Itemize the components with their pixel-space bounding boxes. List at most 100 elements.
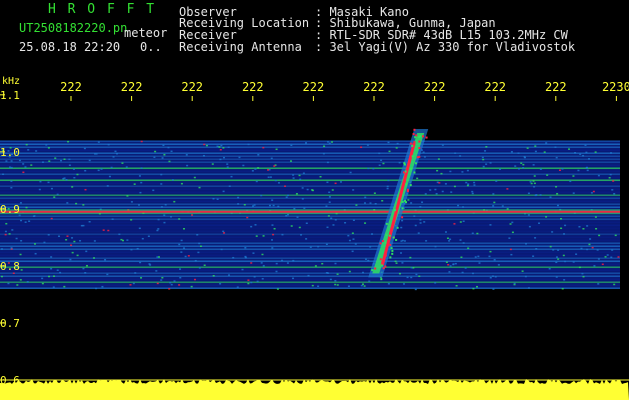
noise-speck [97,169,100,172]
noise-speck [415,273,418,276]
noise-speck [604,256,607,258]
noise-speck [173,200,176,203]
noise-speck [255,235,258,237]
noise-speck [19,279,22,281]
noise-speck [69,258,72,261]
noise-speck [250,225,253,228]
noise-speck [434,282,437,284]
meteor-echo-speck [401,200,404,203]
noise-speck [319,175,322,178]
noise-speck [360,146,363,148]
noise-speck [466,184,469,187]
noise-speck [20,240,23,242]
noise-speck [0,275,3,278]
noise-speck [462,206,465,208]
noise-speck [326,181,329,184]
noise-speck [334,262,337,265]
noise-speck [336,273,339,275]
noise-speck [563,233,566,235]
noise-speck [56,269,59,271]
noise-streak [0,176,620,179]
noise-speck [110,166,113,169]
noise-speck [584,144,587,146]
noise-speck [185,154,188,156]
noise-speck [494,276,497,278]
noise-speck [41,161,44,163]
noise-speck [421,201,424,203]
noise-speck [378,152,381,155]
noise-speck [106,273,109,276]
noise-speck [41,282,44,285]
noise-speck [325,205,328,207]
noise-speck [121,162,124,164]
meteor-echo-speck [389,243,392,246]
noise-speck [414,224,417,227]
noise-speck [596,249,599,251]
noise-speck [574,152,577,154]
noise-speck [219,158,222,161]
noise-speck [564,260,567,263]
noise-streak [0,197,620,200]
noise-speck [457,204,460,207]
noise-speck [1,248,4,250]
noise-speck [552,249,555,251]
noise-speck [481,156,484,159]
noise-speck [168,160,171,163]
noise-speck [534,237,537,239]
noise-speck [409,256,412,259]
noise-speck [419,206,422,208]
noise-speck [489,224,492,226]
noise-speck [20,219,23,222]
noise-speck [521,270,524,272]
noise-speck [448,240,451,242]
noise-speck [555,186,558,188]
noise-speck [296,216,299,218]
noise-speck [534,145,537,147]
noise-streak [0,152,620,155]
noise-speck [401,219,404,222]
noise-streak [0,161,620,164]
noise-speck [334,219,337,221]
noise-speck [273,227,276,230]
noise-speck [476,232,479,235]
noise-speck [203,143,206,146]
noise-speck [58,235,61,238]
x-tick-label: 222 [484,80,506,94]
noise-speck [130,219,133,221]
noise-streak [0,188,620,191]
noise-speck [130,248,133,251]
spectrogram-chart: kHz1.11.00.90.80.70.6222 222 222 222 222 222 2… [0,76,629,400]
noise-speck [444,183,447,185]
noise-speck [613,192,616,195]
noise-speck [211,163,214,165]
noise-speck [256,280,259,283]
noise-speck [485,146,488,148]
noise-speck [199,245,202,247]
noise-speck [39,180,42,183]
noise-speck [67,140,70,143]
meteor-echo-speck [392,236,395,239]
meteor-echo-speck [384,254,387,257]
noise-streak [0,155,620,158]
noise-speck [613,283,616,286]
noise-speck [299,178,302,181]
noise-speck [261,278,264,280]
noise-speck [223,156,226,159]
noise-speck [363,285,366,287]
noise-speck [54,157,57,159]
noise-speck [53,196,56,198]
noise-speck [569,180,572,183]
meteor-echo-speck [379,242,382,245]
noise-speck [533,182,536,185]
noise-speck [84,188,87,191]
x-tick-label: 222 [181,80,203,94]
noise-speck [160,206,163,208]
noise-streak [0,233,620,236]
noise-speck [71,186,74,188]
noise-speck [554,146,557,148]
x-tick-label: 222 [545,80,567,94]
noise-speck [156,282,159,285]
noise-speck [369,202,372,204]
meteor-echo-speck [381,240,384,243]
noise-speck [610,152,613,154]
